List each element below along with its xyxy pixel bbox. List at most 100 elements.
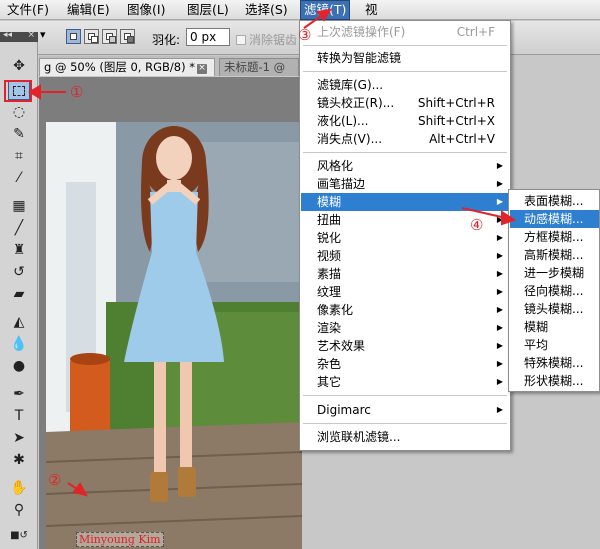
lasso-icon[interactable]: ◌	[8, 102, 30, 122]
menu-bar: 文件(F) 编辑(E) 图像(I) 图层(L) 选择(S) 滤镜(T) 视	[0, 0, 600, 20]
brush-icon[interactable]: ╱	[8, 218, 30, 238]
box-blur-item[interactable]: 方框模糊...	[510, 228, 599, 246]
lens-blur-item[interactable]: 镜头模糊...	[510, 300, 599, 318]
intersect-selection-button[interactable]	[120, 29, 135, 44]
average-item[interactable]: 平均	[510, 336, 599, 354]
toolbox-header[interactable]: ◂◂ ×	[0, 30, 38, 42]
paint-bucket-icon[interactable]: ◭	[8, 312, 30, 332]
menu-item-label: 消失点(V)...	[317, 132, 383, 146]
feather-input[interactable]: 0 px	[186, 28, 230, 46]
menu-item-label: 其它	[317, 375, 342, 389]
last-filter-item: 上次滤镜操作(F) Ctrl+F	[301, 23, 509, 41]
close-icon[interactable]: ×	[196, 64, 207, 74]
add-selection-button[interactable]	[84, 29, 99, 44]
history-brush-icon[interactable]: ↺	[8, 262, 30, 282]
new-selection-button[interactable]	[66, 29, 81, 44]
blur-more-item[interactable]: 进一步模糊	[510, 264, 599, 282]
submenu-arrow-icon: ▶	[496, 179, 503, 188]
menu-shortcut: Ctrl+F	[456, 25, 495, 39]
menu-item-label: 纹理	[317, 285, 342, 299]
type-icon[interactable]: T	[8, 406, 30, 426]
subtract-selection-button[interactable]	[102, 29, 117, 44]
color-swatch-icon[interactable]: ■↺	[8, 526, 30, 546]
liquify-item[interactable]: 液化(L)... Shift+Ctrl+X	[301, 112, 509, 130]
path-select-icon[interactable]: ➤	[8, 428, 30, 448]
photo-image	[46, 122, 302, 549]
shape-icon[interactable]: ✱	[8, 450, 30, 470]
smart-filter-item[interactable]: 转换为智能滤镜	[301, 49, 509, 67]
submenu-video[interactable]: 视频 ▶	[301, 247, 509, 265]
blur-item[interactable]: 模糊	[510, 318, 599, 336]
healing-brush-icon[interactable]: ▦	[8, 196, 30, 216]
filter-gallery-item[interactable]: 滤镜库(G)...	[301, 76, 509, 94]
submenu-arrow-icon: ▶	[496, 341, 503, 350]
blur-submenu: 表面模糊... 动感模糊... 方框模糊... 高斯模糊... 进一步模糊 径向…	[508, 189, 600, 392]
shape-blur-item[interactable]: 形状模糊...	[510, 372, 599, 390]
menu-separator	[303, 71, 507, 72]
menu-image[interactable]: 图像(I)	[124, 1, 168, 19]
blur-icon[interactable]: 💧	[8, 334, 30, 354]
tab-active-document[interactable]: g @ 50% (图层 0, RGB/8) * ×	[39, 58, 215, 76]
radial-blur-item[interactable]: 径向模糊...	[510, 282, 599, 300]
lens-correction-item[interactable]: 镜头校正(R)... Shift+Ctrl+R	[301, 94, 509, 112]
eraser-icon[interactable]: ▰	[8, 284, 30, 304]
move-icon[interactable]: ✥	[8, 56, 30, 76]
submenu-render[interactable]: 渲染 ▶	[301, 319, 509, 337]
antialias-label: 消除锯齿	[249, 33, 298, 47]
quick-select-icon[interactable]: ✎	[8, 124, 30, 144]
submenu-blur[interactable]: 模糊 ▶	[301, 193, 509, 211]
menu-item-label: 像素化	[317, 303, 354, 317]
menu-item-label: 镜头校正(R)...	[317, 96, 395, 110]
menu-item-label: 锐化	[317, 231, 342, 245]
dodge-icon[interactable]: ●	[8, 356, 30, 376]
menu-item-label: 模糊	[317, 195, 342, 209]
menu-item-label: 视频	[317, 249, 342, 263]
submenu-texture[interactable]: 纹理 ▶	[301, 283, 509, 301]
zoom-icon[interactable]: ⚲	[8, 500, 30, 520]
photo-canvas[interactable]: Minyoung Kim	[46, 122, 302, 549]
step-3-label: ③	[298, 26, 312, 44]
pen-icon[interactable]: ✒	[8, 384, 30, 404]
clone-stamp-icon[interactable]: ♜	[8, 240, 30, 260]
eyedropper-icon[interactable]: ⁄	[8, 168, 30, 188]
collapse-icon[interactable]: ◂◂	[3, 30, 12, 40]
vanishing-point-item[interactable]: 消失点(V)... Alt+Ctrl+V	[301, 130, 509, 148]
menu-shortcut: Alt+Ctrl+V	[429, 132, 495, 146]
menu-layer[interactable]: 图层(L)	[184, 1, 232, 19]
menu-item-label: 渲染	[317, 321, 342, 335]
antialias-checkbox[interactable]: 消除锯齿	[236, 31, 297, 48]
annotation-highlight-box	[4, 80, 32, 102]
watermark-text: Minyoung Kim	[76, 532, 164, 547]
crop-icon[interactable]: ⌗	[8, 146, 30, 166]
gaussian-blur-item[interactable]: 高斯模糊...	[510, 246, 599, 264]
submenu-sketch[interactable]: 素描 ▶	[301, 265, 509, 283]
menu-view[interactable]: 视	[362, 1, 381, 19]
canvas-area[interactable]: Minyoung Kim	[39, 77, 302, 549]
submenu-stylize[interactable]: 风格化 ▶	[301, 157, 509, 175]
step-4-label: ④	[470, 216, 484, 234]
submenu-pixelate[interactable]: 像素化 ▶	[301, 301, 509, 319]
motion-blur-item[interactable]: 动感模糊...	[510, 210, 599, 228]
close-icon[interactable]: ×	[27, 30, 35, 40]
menu-item-label: 画笔描边	[317, 177, 366, 191]
submenu-brush-strokes[interactable]: 画笔描边 ▶	[301, 175, 509, 193]
menu-item-label: 杂色	[317, 357, 342, 371]
tab-untitled-document[interactable]: 未标题-1 @	[219, 58, 299, 76]
menu-filter[interactable]: 滤镜(T)	[299, 0, 351, 20]
menu-edit[interactable]: 编辑(E)	[64, 1, 113, 19]
menu-select[interactable]: 选择(S)	[242, 1, 291, 19]
submenu-artistic[interactable]: 艺术效果 ▶	[301, 337, 509, 355]
surface-blur-item[interactable]: 表面模糊...	[510, 192, 599, 210]
submenu-digimarc[interactable]: Digimarc ▶	[301, 401, 509, 419]
hand-icon[interactable]: ✋	[8, 478, 30, 498]
submenu-noise[interactable]: 杂色 ▶	[301, 355, 509, 373]
menu-separator	[303, 423, 507, 424]
submenu-other[interactable]: 其它 ▶	[301, 373, 509, 391]
smart-blur-item[interactable]: 特殊模糊...	[510, 354, 599, 372]
tab-title: 未标题-1 @	[224, 60, 286, 74]
browse-online-item[interactable]: 浏览联机滤镜...	[301, 428, 509, 446]
tool-preset-icon[interactable]: ▾	[40, 28, 46, 41]
feather-label: 羽化:	[152, 33, 181, 47]
menu-file[interactable]: 文件(F)	[4, 1, 52, 19]
submenu-arrow-icon: ▶	[496, 405, 503, 414]
